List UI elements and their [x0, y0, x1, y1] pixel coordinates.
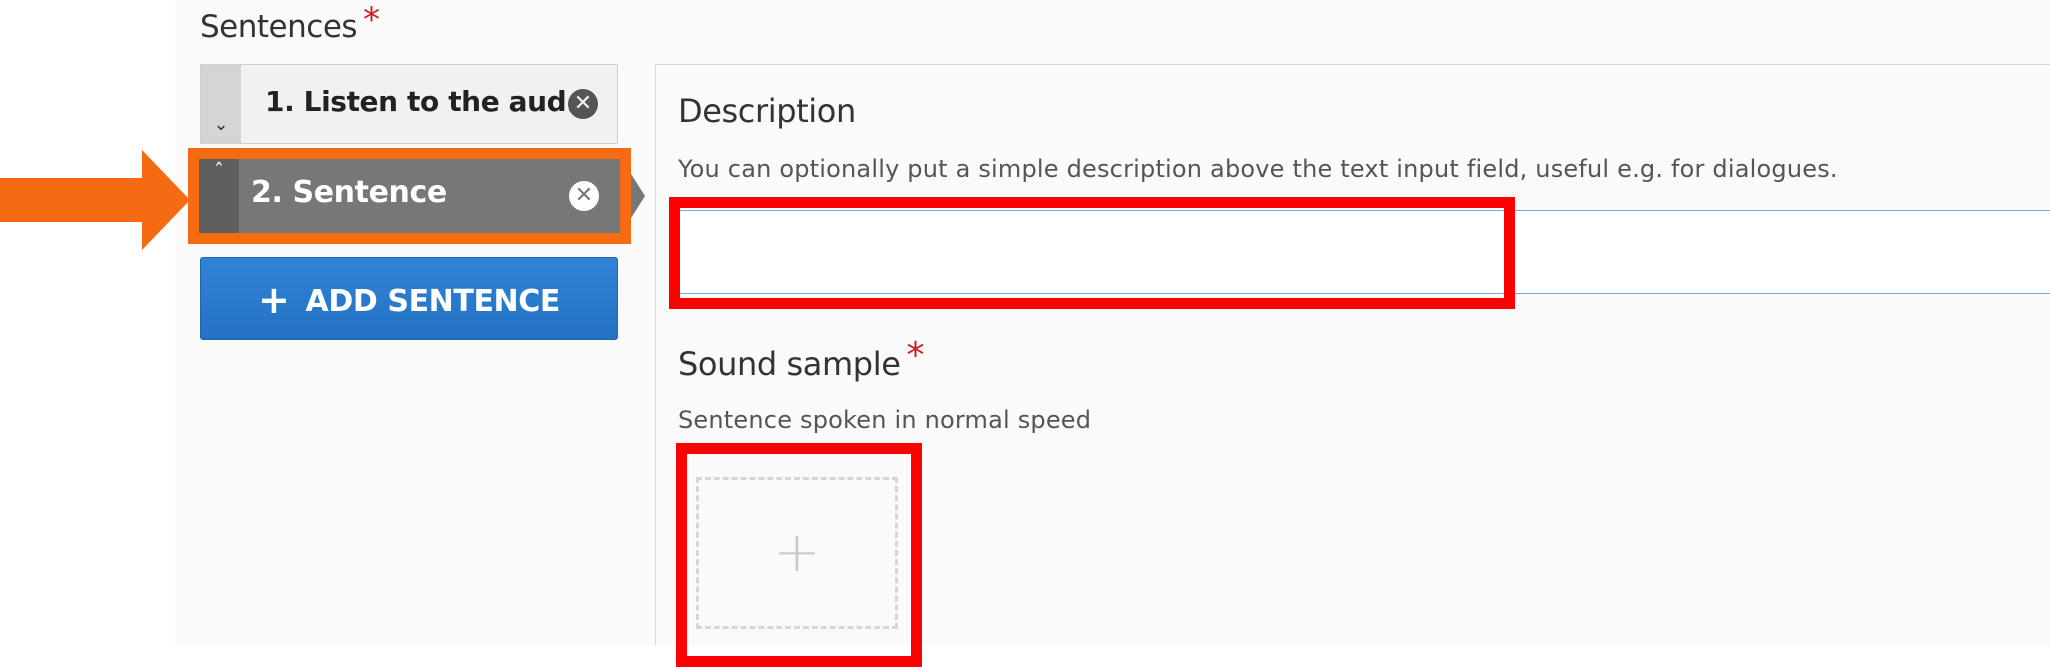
required-asterisk: * [906, 335, 925, 376]
remove-icon[interactable]: ✕ [568, 89, 598, 119]
description-input[interactable] [676, 210, 2050, 294]
collapse-handle[interactable]: ˆ [199, 159, 239, 233]
sentence-item-label: 1. Listen to the aud... [265, 85, 598, 118]
add-sentence-label: ADD SENTENCE [305, 284, 561, 319]
audio-upload-button[interactable]: + [696, 477, 898, 629]
sentences-heading: Sentences * [200, 0, 380, 46]
selected-pointer [631, 174, 645, 218]
sentence-item-label: 2. Sentence [251, 175, 447, 210]
description-help-text: You can optionally put a simple descript… [678, 155, 1838, 183]
sound-sample-heading: Sound sample * [678, 335, 924, 384]
remove-icon[interactable]: ✕ [569, 181, 599, 211]
add-sentence-button[interactable]: + ADD SENTENCE [200, 257, 618, 340]
chevron-down-icon: ⌄ [213, 114, 229, 135]
description-label: Description [678, 92, 856, 130]
required-asterisk: * [363, 0, 380, 40]
sound-sample-label: Sound sample [678, 345, 901, 383]
sentences-title: Sentences [200, 9, 358, 45]
sentence-item-2[interactable]: ˆ 2. Sentence ✕ [199, 159, 620, 233]
plus-icon: + [773, 520, 821, 585]
plus-icon: + [258, 278, 290, 322]
annotation-arrow-icon [0, 150, 190, 250]
sound-sample-help-text: Sentence spoken in normal speed [678, 406, 1092, 434]
sentence-item-1[interactable]: ⌄ 1. Listen to the aud... ✕ [200, 64, 618, 144]
expand-handle[interactable]: ⌄ [201, 65, 241, 143]
selected-item-highlight: ˆ 2. Sentence ✕ [188, 148, 631, 244]
chevron-up-icon: ˆ [214, 159, 224, 183]
